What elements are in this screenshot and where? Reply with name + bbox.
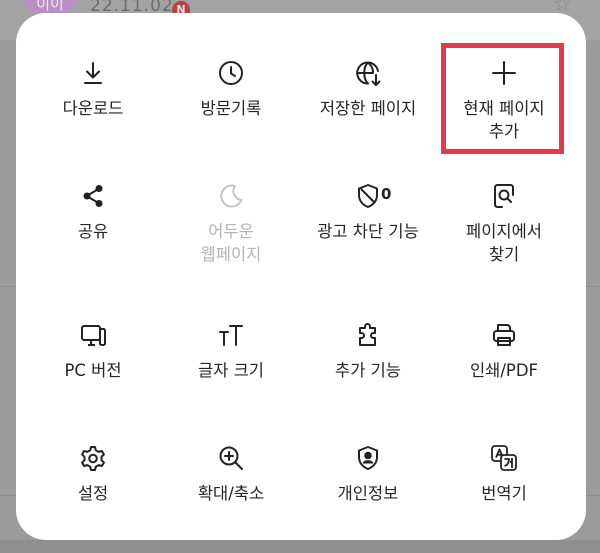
gear-icon	[81, 446, 105, 471]
menu-item-label: 다운로드	[62, 99, 124, 118]
menu-item-pc-version[interactable]: PC 버전	[25, 320, 161, 382]
saved-page-globe-icon	[356, 61, 381, 86]
menu-grid: 다운로드 방문기록 저장한 페이지 현재 페이지 추가 공유 어두운 웹페이지 …	[16, 13, 586, 540]
menu-item-label: PC 버전	[64, 361, 122, 380]
highlight-box	[441, 43, 564, 154]
printer-icon	[493, 324, 515, 346]
find-in-page-icon	[494, 184, 514, 208]
menu-item-label: 확대/축소	[197, 484, 265, 503]
menu-item-label: 추가 기능	[335, 361, 401, 380]
menu-item-print-pdf[interactable]: 인쇄/PDF	[436, 320, 572, 382]
translate-icon	[491, 445, 517, 471]
menu-item-history[interactable]: 방문기록	[163, 58, 299, 120]
ad-block-shield-icon	[358, 184, 378, 208]
share-icon	[83, 185, 103, 207]
puzzle-icon	[359, 323, 376, 346]
zoom-in-icon	[219, 446, 243, 470]
menu-item-label: 개인정보	[337, 484, 399, 503]
menu-item-text-size[interactable]: 글자 크기	[163, 320, 299, 382]
desktop-monitor-icon	[81, 325, 106, 346]
ad-block-count: 0	[381, 185, 392, 203]
moon-icon	[220, 184, 243, 208]
menu-item-label: 페이지에서 찾기	[466, 222, 542, 264]
browser-menu-sheet: 다운로드 방문기록 저장한 페이지 현재 페이지 추가 공유 어두운 웹페이지 …	[16, 13, 586, 540]
text-size-icon	[219, 325, 243, 346]
menu-item-label: 인쇄/PDF	[469, 361, 539, 380]
menu-item-saved-pages[interactable]: 저장한 페이지	[300, 58, 436, 120]
menu-item-ad-blocker[interactable]: 0 광고 차단 기능	[300, 181, 436, 243]
menu-item-label: 번역기	[481, 484, 527, 503]
menu-item-zoom[interactable]: 확대/축소	[163, 443, 299, 505]
menu-item-label: 방문기록	[200, 99, 262, 118]
menu-item-label: 공유	[77, 222, 109, 241]
menu-item-share[interactable]: 공유	[25, 181, 161, 243]
menu-item-download[interactable]: 다운로드	[25, 58, 161, 120]
menu-item-dark-webpage[interactable]: 어두운 웹페이지	[163, 181, 299, 266]
menu-item-label: 어두운 웹페이지	[200, 222, 262, 264]
menu-item-label: 저장한 페이지	[319, 99, 417, 118]
download-icon	[84, 62, 102, 84]
menu-item-add-ons[interactable]: 추가 기능	[300, 320, 436, 382]
background-bottom-bar	[0, 540, 600, 553]
privacy-shield-person-icon	[358, 446, 378, 470]
menu-item-label: 광고 차단 기능	[317, 222, 419, 241]
menu-item-privacy[interactable]: 개인정보	[300, 443, 436, 505]
menu-item-translator[interactable]: 번역기	[436, 443, 572, 505]
menu-item-settings[interactable]: 설정	[25, 443, 161, 505]
history-clock-icon	[219, 61, 243, 85]
menu-item-find-in-page[interactable]: 페이지에서 찾기	[436, 181, 572, 266]
menu-item-label: 글자 크기	[198, 361, 264, 380]
menu-item-label: 설정	[77, 484, 109, 503]
